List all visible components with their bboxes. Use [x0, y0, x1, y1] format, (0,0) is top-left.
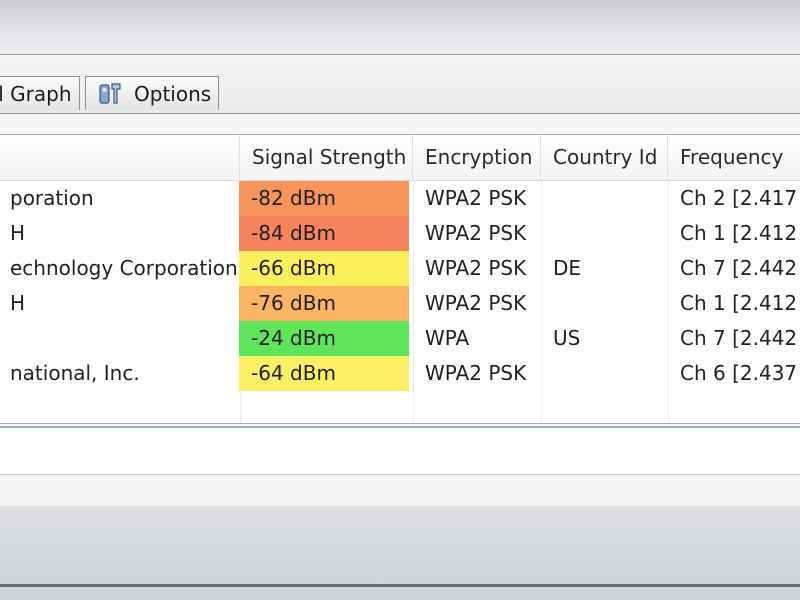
tab-label: Options	[134, 81, 212, 106]
cell-frequency: Ch 7 [2.442 G	[680, 256, 800, 280]
window-titlebar	[0, 0, 800, 55]
details-pane	[0, 426, 800, 475]
cell-country-id: DE	[553, 256, 582, 280]
column-header-country-id[interactable]: Country Id	[541, 135, 668, 180]
tab-label: al Graph	[0, 81, 72, 106]
table-row[interactable]: echnology Corporation -66 dBm WPA2 PSK DE Ch…	[0, 251, 800, 286]
table-row[interactable]: H -76 dBm WPA2 PSK Ch 1 [2.412 G	[0, 286, 800, 321]
column-header-signal-strength[interactable]: Signal Strength	[240, 135, 413, 180]
window-bottom-border	[0, 584, 800, 587]
table-row[interactable]: -24 dBm WPA US Ch 7 [2.442 G	[0, 321, 800, 356]
cell-encryption: WPA2 PSK	[425, 361, 527, 385]
cell-signal-strength: -84 dBm	[239, 216, 409, 251]
cell-encryption: WPA	[425, 326, 470, 350]
cell-signal-strength: -24 dBm	[239, 321, 409, 356]
tab-options[interactable]: Options	[85, 76, 219, 110]
cell-signal-strength: -66 dBm	[239, 251, 409, 286]
column-header-frequency[interactable]: Frequency	[668, 135, 800, 180]
cell-country-id	[541, 181, 668, 216]
tab-signal-graph[interactable]: al Graph	[0, 76, 80, 110]
cell-country-id	[541, 216, 668, 251]
cell-frequency: Ch 1 [2.412 G	[680, 291, 800, 315]
table-row[interactable]: poration -82 dBm WPA2 PSK Ch 2 [2.417 G	[0, 181, 800, 216]
list-header: Signal Strength Encryption Country Id Fr…	[0, 135, 800, 181]
cell-vendor: poration	[10, 186, 94, 210]
cell-vendor	[0, 321, 240, 356]
options-wrench-icon	[99, 82, 121, 104]
cell-vendor: H	[10, 221, 26, 245]
cell-signal-strength: -76 dBm	[239, 286, 409, 321]
cell-frequency: Ch 1 [2.412 G	[680, 221, 800, 245]
main-panel: Signal Strength Encryption Country Id Fr…	[0, 113, 800, 507]
network-list[interactable]: Signal Strength Encryption Country Id Fr…	[0, 134, 800, 424]
cell-encryption: WPA2 PSK	[425, 291, 527, 315]
table-row[interactable]: H -84 dBm WPA2 PSK Ch 1 [2.412 G	[0, 216, 800, 251]
cell-vendor: echnology Corporation	[10, 256, 238, 280]
cell-country-id	[541, 356, 668, 391]
cell-country-id	[541, 286, 668, 321]
cell-encryption: WPA2 PSK	[425, 256, 527, 280]
column-header-encryption[interactable]: Encryption	[413, 135, 541, 180]
cell-signal-strength: -82 dBm	[239, 181, 409, 216]
cell-country-id: US	[553, 326, 581, 350]
cell-encryption: WPA2 PSK	[425, 186, 527, 210]
tab-strip: al Graph Options	[0, 55, 800, 113]
cell-signal-strength: -64 dBm	[239, 356, 409, 391]
cell-frequency: Ch 7 [2.442 G	[680, 326, 800, 350]
cell-vendor: national, Inc.	[10, 361, 140, 385]
cell-vendor: H	[10, 291, 26, 315]
table-row[interactable]: national, Inc. -64 dBm WPA2 PSK Ch 6 [2.437…	[0, 356, 800, 391]
cell-frequency: Ch 2 [2.417 G	[680, 186, 800, 210]
cell-encryption: WPA2 PSK	[425, 221, 527, 245]
column-header-vendor[interactable]	[0, 135, 240, 180]
cell-frequency: Ch 6 [2.437 G	[680, 361, 800, 385]
